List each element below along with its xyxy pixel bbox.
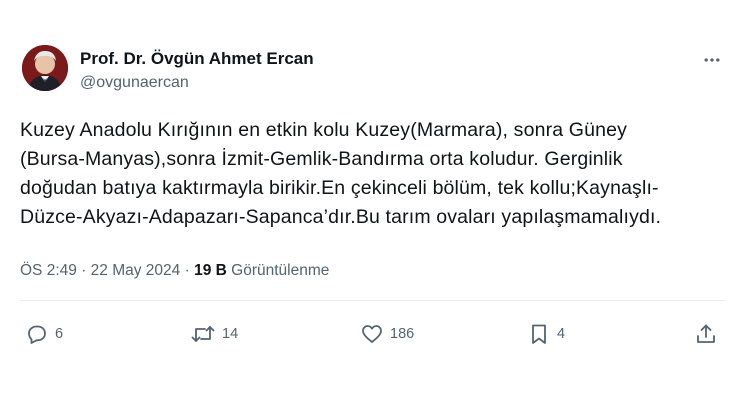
- share-icon: [697, 324, 715, 343]
- author-handle[interactable]: @ovgunaercan: [80, 72, 314, 94]
- reply-button[interactable]: 6: [25, 321, 63, 347]
- tweet-text-line: Kuzey Anadolu Kırığının en etkin kolu Ku…: [20, 119, 627, 141]
- tweet-text: Kuzey Anadolu Kırığının en etkin kolu Ku…: [20, 116, 725, 232]
- views-count: 19 B: [194, 262, 227, 279]
- meta-separator: ·: [184, 262, 190, 279]
- reply-icon: [28, 325, 46, 344]
- views-label: Görüntülenme: [231, 262, 330, 279]
- tweet-text-line: Düzce-Akyazı-Adapazarı-Sapanca’dır.Bu ta…: [20, 206, 662, 228]
- heart-icon: [362, 325, 382, 343]
- retweet-count: 14: [222, 326, 239, 342]
- tweet-text-line: doğudan batıya kaktırmayla birikir.En çe…: [20, 177, 659, 199]
- tweet-meta: ÖS 2:49 · 22 May 2024 · 19 B Görüntülenm…: [20, 260, 329, 282]
- more-options-button[interactable]: [692, 48, 730, 72]
- like-count: 186: [390, 326, 415, 342]
- tweet-date[interactable]: 22 May 2024: [91, 262, 181, 279]
- retweet-button[interactable]: 14: [190, 321, 238, 347]
- tweet-text-line: (Bursa-Manyas),sonra İzmit-Gemlik-Bandır…: [20, 148, 623, 170]
- share-button[interactable]: [694, 321, 718, 347]
- avatar[interactable]: [22, 45, 68, 91]
- author-display-name[interactable]: Prof. Dr. Övgün Ahmet Ercan: [80, 48, 314, 70]
- retweet-icon: [191, 326, 215, 342]
- bookmark-icon: [532, 324, 546, 344]
- reply-count: 6: [55, 326, 64, 342]
- tweet-time[interactable]: ÖS 2:49: [20, 262, 77, 279]
- bookmark-button[interactable]: 4: [527, 321, 565, 347]
- more-horizontal-icon: [704, 58, 720, 62]
- author-block: Prof. Dr. Övgün Ahmet Ercan @ovgunaercan: [80, 48, 314, 94]
- tweet-card: Prof. Dr. Övgün Ahmet Ercan @ovgunaercan…: [0, 0, 730, 420]
- bookmark-count: 4: [557, 326, 566, 342]
- divider: [20, 300, 725, 301]
- meta-separator: ·: [81, 262, 87, 279]
- like-button[interactable]: 186: [360, 321, 414, 347]
